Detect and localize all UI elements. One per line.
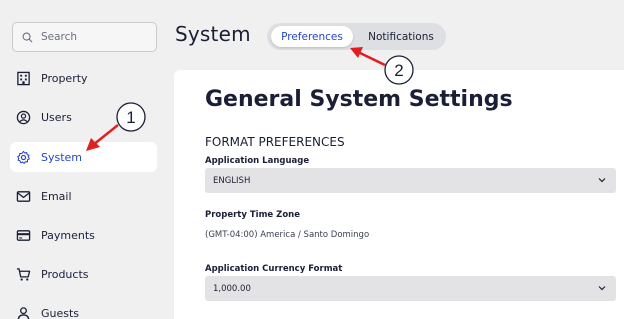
- sidebar-item-label: Email: [41, 189, 72, 203]
- sidebar-item-payments[interactable]: Payments: [10, 220, 157, 250]
- currency-value: 1,000.00: [213, 283, 251, 294]
- tab-notifications[interactable]: Notifications: [359, 26, 443, 47]
- sidebar-item-products[interactable]: Products: [10, 259, 157, 289]
- search-input[interactable]: Search: [12, 22, 157, 52]
- sidebar-item-email[interactable]: Email: [10, 181, 157, 211]
- sidebar-item-label: System: [41, 150, 83, 164]
- settings-heading: General System Settings: [205, 87, 513, 112]
- search-icon: [22, 32, 33, 42]
- sidebar-item-label: Products: [41, 267, 89, 281]
- tab-bar: Preferences Notifications: [267, 23, 446, 50]
- person-icon: [17, 306, 30, 319]
- sidebar-item-label: Guests: [41, 306, 80, 319]
- sidebar-item-users[interactable]: Users: [10, 102, 157, 132]
- sidebar-item-guests[interactable]: Guests: [10, 298, 157, 319]
- chevron-down-icon: [598, 286, 606, 291]
- sidebar-item-system[interactable]: System: [10, 142, 157, 172]
- envelope-icon: [16, 190, 31, 202]
- tab-preferences[interactable]: Preferences: [271, 26, 353, 47]
- gear-icon: [17, 150, 30, 164]
- language-select[interactable]: ENGLISH: [205, 168, 616, 193]
- sidebar-item-label: Property: [41, 71, 88, 85]
- language-label: Application Language: [205, 156, 310, 166]
- page-title: System: [175, 22, 251, 46]
- cart-icon: [16, 267, 31, 281]
- search-placeholder: Search: [41, 31, 78, 43]
- sidebar-item-label: Payments: [41, 228, 95, 242]
- currency-label: Application Currency Format: [205, 264, 343, 274]
- timezone-value: (GMT-04:00) America / Santo Domingo: [205, 230, 370, 240]
- credit-card-icon: [16, 229, 31, 241]
- building-icon: [17, 71, 30, 85]
- timezone-label: Property Time Zone: [205, 210, 300, 220]
- section-title: FORMAT PREFERENCES: [205, 135, 345, 149]
- sidebar-item-label: Users: [41, 110, 72, 124]
- sidebar-item-property[interactable]: Property: [10, 63, 157, 93]
- language-value: ENGLISH: [213, 175, 251, 186]
- currency-select[interactable]: 1,000.00: [205, 276, 616, 301]
- user-circle-icon: [16, 110, 31, 124]
- chevron-down-icon: [598, 178, 606, 183]
